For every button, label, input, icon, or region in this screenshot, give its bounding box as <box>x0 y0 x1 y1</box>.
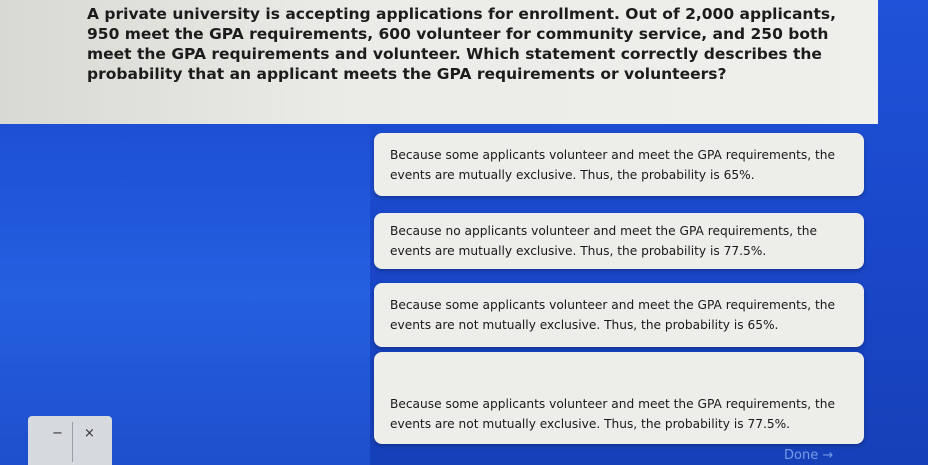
question-text: A private university is accepting applic… <box>87 5 836 83</box>
minus-key[interactable]: − <box>52 426 63 441</box>
answer-option-1-label: Because some applicants volunteer and me… <box>390 147 836 182</box>
answer-option-4-label: Because some applicants volunteer and me… <box>390 397 836 431</box>
answer-option-3-label: Because some applicants volunteer and me… <box>390 298 836 332</box>
answer-option-2-label: Because no applicants volunteer and meet… <box>390 224 818 258</box>
key-divider <box>72 422 73 462</box>
calculator-keys: − × <box>28 416 112 465</box>
answer-option-2[interactable]: Because no applicants volunteer and meet… <box>374 213 864 269</box>
answer-option-4[interactable]: Because some applicants volunteer and me… <box>374 352 864 444</box>
answer-option-1[interactable]: Because some applicants volunteer and me… <box>374 133 864 196</box>
question-panel: A private university is accepting applic… <box>0 0 878 124</box>
times-key[interactable]: × <box>84 426 95 441</box>
left-area <box>0 124 370 465</box>
done-button[interactable]: Done → <box>784 446 870 465</box>
answer-option-3[interactable]: Because some applicants volunteer and me… <box>374 283 864 347</box>
